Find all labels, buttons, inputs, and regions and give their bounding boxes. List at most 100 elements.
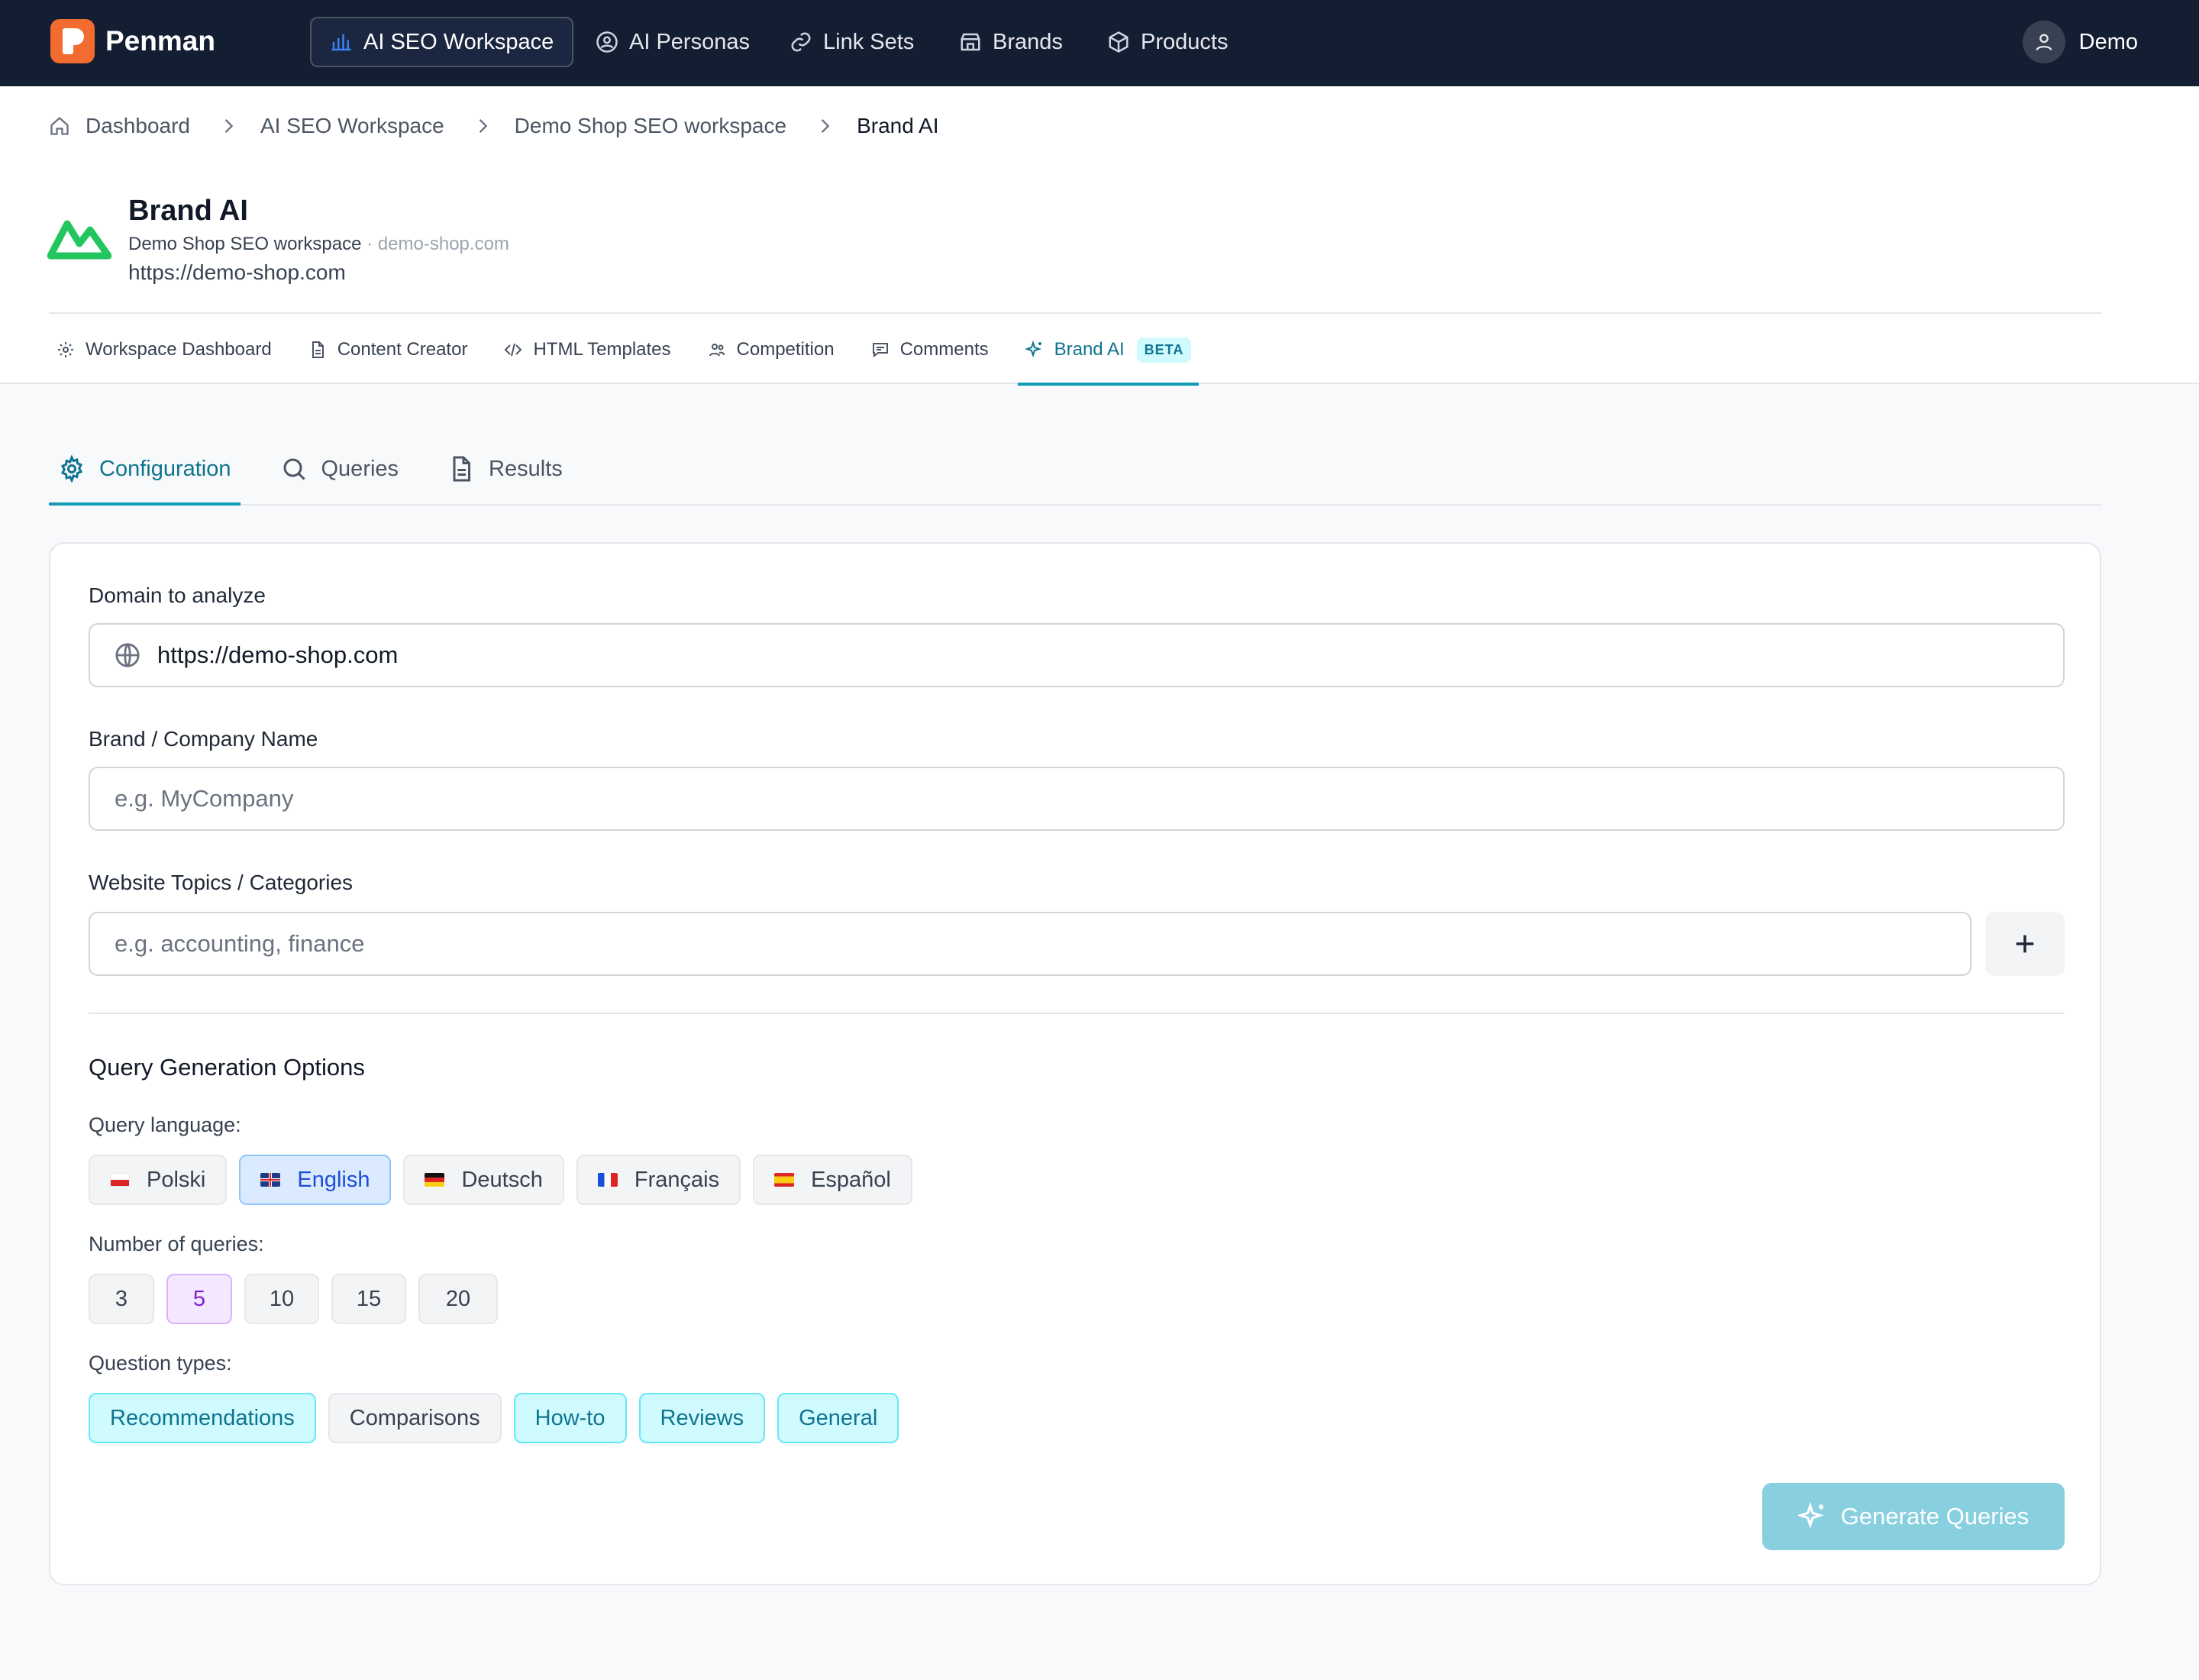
chip-label: Español xyxy=(811,1167,891,1192)
nav-ai-seo-workspace[interactable]: AI SEO Workspace xyxy=(310,17,574,67)
tab-label: Queries xyxy=(321,456,399,481)
breadcrumb-workspace[interactable]: Demo Shop SEO workspace xyxy=(515,114,786,138)
sparkles-icon xyxy=(1797,1502,1824,1530)
language-polski[interactable]: Polski xyxy=(89,1155,228,1205)
flag-gb-icon xyxy=(260,1173,281,1187)
tab-content-creator[interactable]: Content Creator xyxy=(301,315,476,384)
beta-badge: BETA xyxy=(1136,337,1192,363)
tab-label: Comments xyxy=(899,339,989,360)
count-option-15[interactable]: 15 xyxy=(331,1274,406,1324)
nav-link-sets[interactable]: Link Sets xyxy=(771,17,932,67)
nav-label: Products xyxy=(1141,29,1229,54)
link-icon xyxy=(791,32,811,52)
plus-icon xyxy=(2016,935,2034,953)
tab-configuration[interactable]: Configuration xyxy=(49,434,241,506)
tab-label: HTML Templates xyxy=(533,339,671,360)
count-option-20[interactable]: 20 xyxy=(418,1274,498,1324)
brand-logo-icon xyxy=(47,220,111,260)
chip-label: Français xyxy=(634,1167,720,1192)
topics-placeholder: e.g. accounting, finance xyxy=(115,930,365,957)
nav-brands[interactable]: Brands xyxy=(941,17,1081,67)
question-type-options: Recommendations Comparisons How-to Revie… xyxy=(89,1393,911,1443)
penman-logo-icon xyxy=(50,19,95,63)
brand-name-placeholder: e.g. MyCompany xyxy=(115,785,294,812)
chevron-right-icon xyxy=(224,119,234,133)
brand-name-label: Brand / Company Name xyxy=(89,727,318,751)
domain-input[interactable]: https://demo-shop.com xyxy=(89,623,2065,687)
user-icon xyxy=(2036,34,2052,51)
nav-label: AI SEO Workspace xyxy=(363,29,554,54)
count-option-3[interactable]: 3 xyxy=(89,1274,154,1324)
language-english[interactable]: English xyxy=(239,1155,392,1205)
configuration-card: Domain to analyze https://demo-shop.com … xyxy=(49,542,2101,1585)
type-recommendations[interactable]: Recommendations xyxy=(89,1393,316,1443)
tab-queries[interactable]: Queries xyxy=(271,434,408,504)
nav-label: Brands xyxy=(993,29,1063,54)
chevron-right-icon xyxy=(821,119,830,133)
type-how-to[interactable]: How-to xyxy=(513,1393,627,1443)
tab-label: Competition xyxy=(736,339,835,360)
breadcrumb: Dashboard AI SEO Workspace Demo Shop SEO… xyxy=(49,114,938,138)
document-icon xyxy=(312,341,324,358)
bar-chart-icon xyxy=(331,34,351,51)
tab-workspace-dashboard[interactable]: Workspace Dashboard xyxy=(49,315,279,384)
breadcrumb-dashboard[interactable]: Dashboard xyxy=(86,114,190,138)
chevron-right-icon xyxy=(479,119,487,133)
button-label: Generate Queries xyxy=(1840,1503,2029,1530)
brand-subtitle: Demo Shop SEO workspace · demo-shop.com xyxy=(128,234,509,255)
tab-label: Content Creator xyxy=(337,339,468,360)
tab-html-templates[interactable]: HTML Templates xyxy=(496,315,678,384)
types-label: Question types: xyxy=(89,1352,232,1375)
flag-es-icon xyxy=(774,1173,795,1187)
globe-icon xyxy=(115,643,140,667)
tab-results[interactable]: Results xyxy=(438,434,572,504)
language-label: Query language: xyxy=(89,1113,241,1136)
home-icon[interactable] xyxy=(49,115,70,137)
tab-label: Configuration xyxy=(99,456,231,481)
logo[interactable]: Penman xyxy=(50,19,215,63)
gear-icon xyxy=(58,342,73,357)
tab-label: Workspace Dashboard xyxy=(86,339,272,360)
count-option-10[interactable]: 10 xyxy=(244,1274,319,1324)
search-icon xyxy=(283,458,305,480)
flag-fr-icon xyxy=(597,1173,618,1187)
type-general[interactable]: General xyxy=(777,1393,899,1443)
tab-brand-ai[interactable]: Brand AI BETA xyxy=(1017,315,1200,386)
tab-comments[interactable]: Comments xyxy=(864,315,996,384)
type-reviews[interactable]: Reviews xyxy=(638,1393,766,1443)
count-option-5[interactable]: 5 xyxy=(166,1274,232,1324)
user-menu[interactable]: Demo xyxy=(2022,21,2138,63)
generate-queries-button[interactable]: Generate Queries xyxy=(1762,1483,2065,1550)
language-deutsch[interactable]: Deutsch xyxy=(403,1155,564,1205)
user-circle-icon xyxy=(596,31,618,53)
language-francais[interactable]: Français xyxy=(576,1155,741,1205)
breadcrumb-ai-seo-workspace[interactable]: AI SEO Workspace xyxy=(260,114,444,138)
add-topic-button[interactable] xyxy=(1985,912,2065,976)
tab-label: Results xyxy=(489,456,563,481)
users-icon xyxy=(709,344,725,357)
nav-ai-personas[interactable]: AI Personas xyxy=(577,17,768,67)
tab-competition[interactable]: Competition xyxy=(700,315,842,384)
gear-icon xyxy=(60,455,83,483)
comment-icon xyxy=(872,343,888,358)
page-header: Dashboard AI SEO Workspace Demo Shop SEO… xyxy=(0,86,2199,386)
chip-label: English xyxy=(297,1167,370,1192)
avatar xyxy=(2022,21,2065,63)
workspace-name: Demo Shop SEO workspace xyxy=(128,234,362,254)
type-comparisons[interactable]: Comparisons xyxy=(328,1393,502,1443)
brand-url: https://demo-shop.com xyxy=(128,260,346,284)
count-label: Number of queries: xyxy=(89,1233,264,1255)
page-title: Brand AI xyxy=(128,195,248,227)
topics-label: Website Topics / Categories xyxy=(89,871,354,894)
breadcrumb-current: Brand AI xyxy=(857,114,939,137)
chip-label: Polski xyxy=(147,1167,206,1192)
workspace-tabs: Workspace Dashboard Content Creator HTML… xyxy=(49,315,1220,386)
flag-de-icon xyxy=(425,1173,445,1187)
divider xyxy=(89,1013,2065,1014)
brand-name-input[interactable]: e.g. MyCompany xyxy=(89,767,2065,831)
nav-label: AI Personas xyxy=(629,29,750,54)
language-espanol[interactable]: Español xyxy=(753,1155,912,1205)
nav-products[interactable]: Products xyxy=(1089,17,1246,67)
topics-input[interactable]: e.g. accounting, finance xyxy=(89,912,1971,976)
nav-label: Link Sets xyxy=(823,29,915,54)
